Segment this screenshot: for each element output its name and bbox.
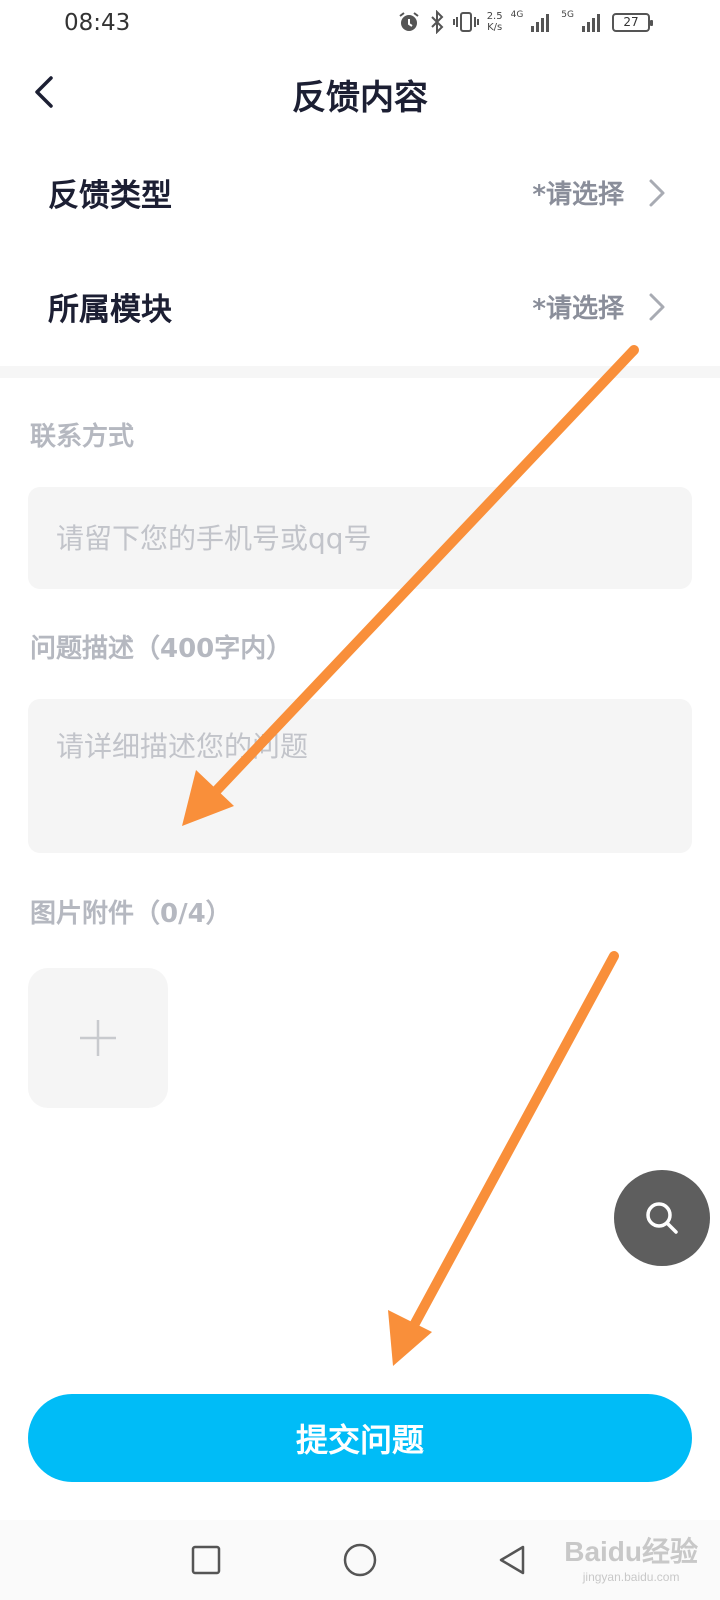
chevron-right-icon (649, 293, 665, 321)
alarm-icon (399, 12, 419, 31)
feedback-type-row[interactable]: 反馈类型 *请选择 (0, 140, 720, 250)
speed-unit: K/s (487, 22, 503, 33)
page-title: 反馈内容 (292, 78, 428, 118)
home-icon (343, 1543, 377, 1577)
bluetooth-icon (430, 10, 444, 34)
section-divider (0, 366, 720, 378)
contact-label: 联系方式 (30, 422, 135, 452)
network-type-1: 4G (510, 10, 524, 20)
status-time: 08:43 (64, 10, 131, 36)
recent-apps-icon (191, 1545, 221, 1575)
status-icons: 2.5 K/s 4G 5G 27 (397, 10, 653, 34)
network-speed: 2.5 K/s (487, 11, 503, 33)
add-image-button[interactable] (28, 968, 168, 1108)
signal-icon-2 (582, 14, 600, 32)
back-nav-button[interactable] (492, 1540, 532, 1580)
status-bar: 08:43 2.5 K/s 4G 5G 27 (0, 0, 720, 50)
attachments-label: 图片附件（0/4） (30, 899, 232, 929)
search-icon (646, 1202, 678, 1234)
module-row[interactable]: 所属模块 *请选择 (0, 254, 720, 364)
contact-input[interactable] (28, 487, 692, 589)
arrow-to-submit (388, 951, 619, 1366)
feedback-type-label: 反馈类型 (48, 178, 172, 214)
home-button[interactable] (340, 1540, 380, 1580)
nav-header: 反馈内容 (0, 60, 720, 130)
signal-icon (531, 14, 550, 32)
network-type-2: 5G (561, 10, 574, 20)
description-label: 问题描述（400字内） (30, 634, 293, 664)
speed-value: 2.5 (486, 11, 503, 22)
back-nav-icon (499, 1545, 525, 1575)
module-label: 所属模块 (48, 292, 172, 328)
feedback-type-value: *请选择 (532, 180, 624, 210)
watermark-url: jingyan.baidu.com (582, 1570, 680, 1584)
battery-icon: 27 (612, 12, 653, 32)
baidu-watermark: Baidu经验 jingyan.baidu.com (564, 1530, 698, 1584)
chevron-right-icon (649, 179, 665, 207)
vibrate-icon (452, 12, 479, 32)
submit-button[interactable]: 提交问题 (28, 1394, 692, 1482)
recent-apps-button[interactable] (186, 1540, 226, 1580)
module-value: *请选择 (532, 294, 624, 324)
plus-icon (80, 1020, 116, 1056)
description-input[interactable] (28, 699, 692, 853)
search-fab-button[interactable] (614, 1170, 710, 1266)
watermark-logo: Baidu经验 (564, 1536, 698, 1567)
